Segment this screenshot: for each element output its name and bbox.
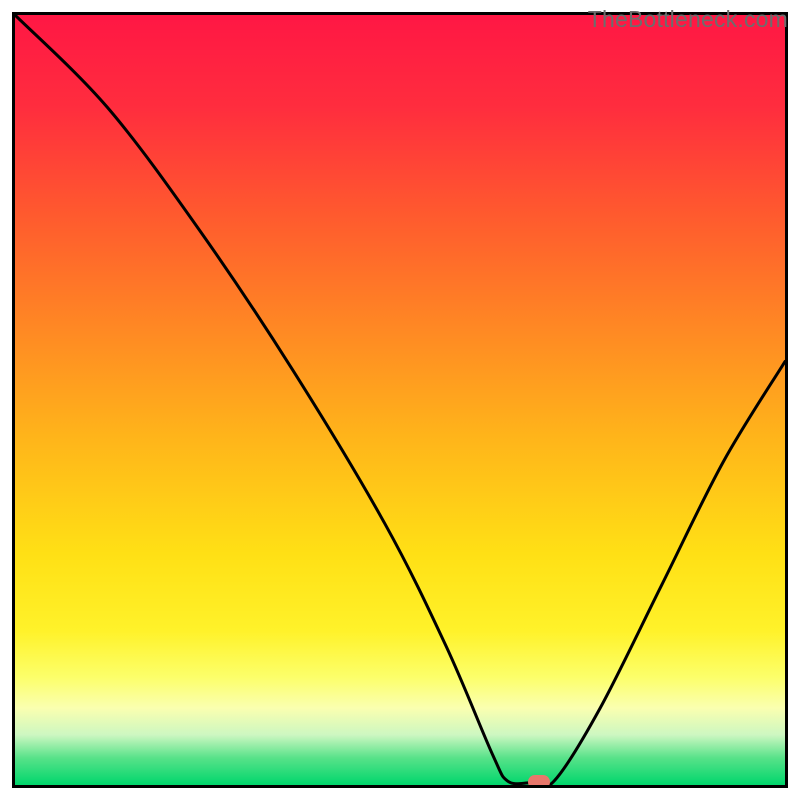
plot-area [12,12,788,788]
severity-gradient-bg [15,15,785,785]
chart-frame: TheBottleneck.com [0,0,800,800]
watermark-text: TheBottleneck.com [588,6,788,33]
plot-svg [15,15,785,785]
